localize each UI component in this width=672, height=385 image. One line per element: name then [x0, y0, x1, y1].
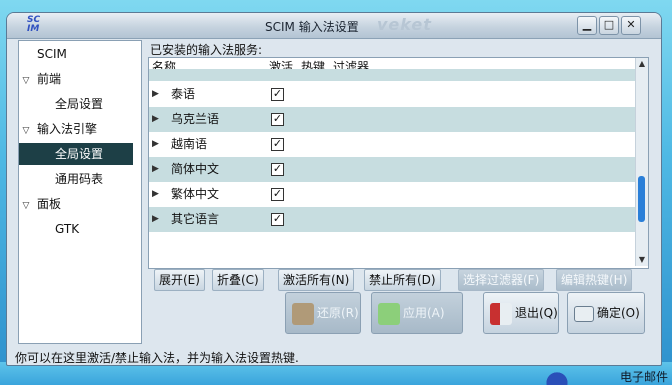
- sidebar-item-generic-table[interactable]: 通用码表: [19, 168, 141, 190]
- expand-arrow-icon[interactable]: ▶: [152, 157, 159, 182]
- activate-checkbox[interactable]: ✓: [271, 213, 284, 226]
- vertical-scrollbar[interactable]: ▲ ▼: [635, 58, 648, 266]
- activate-checkbox[interactable]: ✓: [271, 88, 284, 101]
- table-row[interactable]: ▶ 泰语 ✓: [149, 82, 635, 107]
- veket-brand: veket: [377, 15, 432, 34]
- exit-button[interactable]: 退出(Q): [483, 292, 559, 334]
- list-empty-area: [149, 232, 635, 266]
- section-label: 已安装的输入法服务:: [150, 43, 263, 57]
- ok-button[interactable]: 确定(O): [567, 292, 645, 334]
- activate-all-button[interactable]: 激活所有(N): [278, 269, 355, 291]
- scroll-down-icon[interactable]: ▼: [636, 254, 648, 266]
- sidebar-item-imengine[interactable]: ▽ 输入法引擎: [19, 118, 141, 140]
- close-icon: ✕: [626, 18, 636, 31]
- desktop-email-label[interactable]: 电子邮件: [620, 368, 668, 385]
- sidebar-item-panel[interactable]: ▽ 面板: [19, 193, 141, 215]
- table-row[interactable]: ▶ 简体中文 ✓: [149, 157, 635, 182]
- minimize-button[interactable]: ▁: [577, 16, 597, 35]
- activate-checkbox[interactable]: ✓: [271, 138, 284, 151]
- table-row[interactable]: ▶ 乌克兰语 ✓: [149, 107, 635, 132]
- edit-hotkey-button[interactable]: 编辑热键(H): [556, 269, 633, 291]
- exit-door-icon: [490, 302, 512, 325]
- activate-checkbox[interactable]: ✓: [271, 188, 284, 201]
- sidebar-item-frontend-global[interactable]: 全局设置: [19, 93, 141, 115]
- table-row[interactable]: ▶ 繁体中文 ✓: [149, 182, 635, 207]
- scroll-thumb[interactable]: [638, 176, 645, 222]
- table-row[interactable]: ▶ 其它语言 ✓: [149, 207, 635, 232]
- expand-arrow-icon[interactable]: ▶: [152, 182, 159, 207]
- activate-checkbox[interactable]: ✓: [271, 163, 284, 176]
- enter-arrow-icon: [574, 305, 594, 322]
- scim-settings-window: SC IM SCIM 输入法设置 veket ▁ □ ✕ SCIM ▽ 前端 全局设…: [6, 12, 662, 366]
- expand-button[interactable]: 展开(E): [154, 269, 205, 291]
- minimize-icon: ▁: [582, 18, 592, 31]
- status-bar-text: 你可以在这里激活/禁止输入法，并为输入法设置热键.: [15, 351, 299, 365]
- expand-arrow-icon[interactable]: ▶: [152, 132, 159, 157]
- collapse-button[interactable]: 折叠(C): [212, 269, 264, 291]
- sidebar-item-scim[interactable]: SCIM: [19, 43, 141, 65]
- table-row[interactable]: ▶ 越南语 ✓: [149, 132, 635, 157]
- apply-button[interactable]: 应用(A): [371, 292, 463, 334]
- maximize-button[interactable]: □: [599, 16, 619, 35]
- expand-arrow-icon[interactable]: ▶: [152, 82, 159, 107]
- restore-button[interactable]: 还原(R): [285, 292, 361, 334]
- scroll-up-icon[interactable]: ▲: [636, 58, 648, 70]
- activate-checkbox[interactable]: ✓: [271, 113, 284, 126]
- scim-app-icon: SC IM: [27, 15, 41, 34]
- expander-icon[interactable]: ▽: [19, 120, 33, 142]
- window-title: SCIM 输入法设置: [265, 20, 359, 34]
- select-filter-button[interactable]: 选择过滤器(F): [458, 269, 545, 291]
- settings-tree: SCIM ▽ 前端 全局设置 ▽ 输入法引擎 全局设置 通用码表 ▽ 面板 GTK: [18, 40, 142, 344]
- expander-icon[interactable]: ▽: [19, 70, 33, 92]
- expander-icon[interactable]: ▽: [19, 195, 33, 217]
- deactivate-all-button[interactable]: 禁止所有(D): [364, 269, 441, 291]
- close-button[interactable]: ✕: [621, 16, 641, 35]
- checkmark-icon: [378, 302, 400, 325]
- maximize-icon: □: [603, 18, 615, 31]
- restore-icon: [292, 302, 314, 325]
- sidebar-item-imengine-global[interactable]: 全局设置: [19, 143, 133, 165]
- table-row[interactable]: [149, 69, 635, 81]
- im-service-list[interactable]: 名称 激活 热键 过滤器 ▶ 泰语 ✓ ▶ 乌克兰语 ✓ ▶ 越南语 ✓ ▶ 简…: [148, 57, 649, 269]
- expand-arrow-icon[interactable]: ▶: [152, 107, 159, 132]
- sidebar-item-gtk[interactable]: GTK: [19, 218, 141, 240]
- sidebar-item-frontend[interactable]: ▽ 前端: [19, 68, 141, 90]
- title-bar[interactable]: SC IM SCIM 输入法设置 veket ▁ □ ✕: [7, 13, 661, 39]
- expand-arrow-icon[interactable]: ▶: [152, 207, 159, 232]
